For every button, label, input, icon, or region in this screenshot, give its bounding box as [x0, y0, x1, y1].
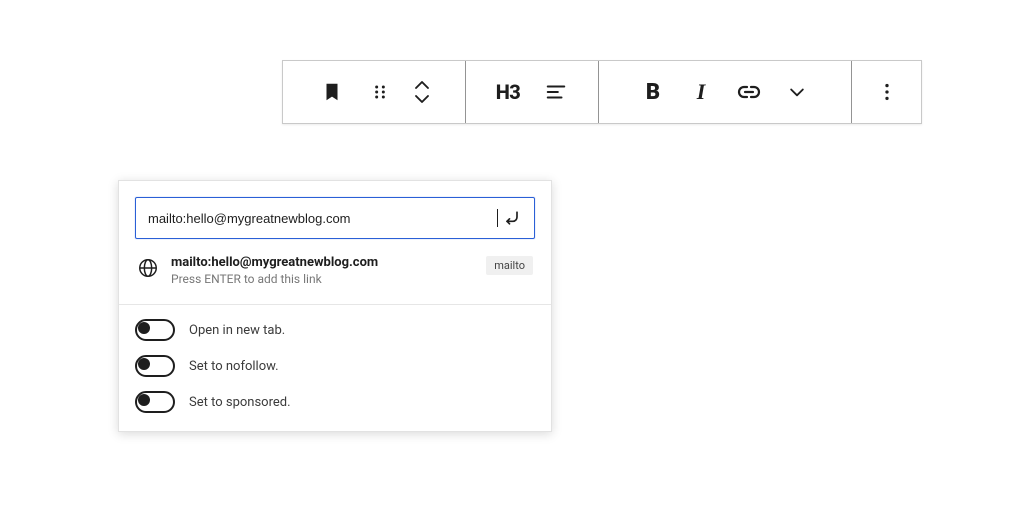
toggle-label: Set to nofollow.	[189, 359, 279, 374]
link-suggestion-title: mailto:hello@mygreatnewblog.com	[171, 255, 474, 270]
drag-handle-button[interactable]	[356, 68, 404, 116]
toggle-label: Set to sponsored.	[189, 395, 291, 410]
block-toolbar: H3 B I	[282, 60, 922, 124]
toggle-nofollow[interactable]: Set to nofollow.	[135, 355, 535, 377]
bold-icon: B	[646, 80, 660, 105]
toggle-switch[interactable]	[135, 355, 175, 377]
toolbar-group-more	[852, 61, 921, 123]
link-suggestion[interactable]: mailto:hello@mygreatnewblog.com Press EN…	[135, 239, 535, 304]
more-options-button[interactable]	[863, 68, 911, 116]
heading-level-label: H3	[496, 80, 521, 104]
toggle-open-new-tab[interactable]: Open in new tab.	[135, 319, 535, 341]
align-left-icon	[545, 81, 567, 103]
block-mover[interactable]	[404, 68, 440, 116]
link-url-input[interactable]	[146, 210, 498, 227]
text-align-button[interactable]	[532, 68, 580, 116]
link-button[interactable]	[725, 68, 773, 116]
globe-icon	[137, 257, 159, 279]
toolbar-group-heading: H3	[466, 61, 599, 123]
toolbar-group-block	[283, 61, 466, 123]
toolbar-group-format: B I	[599, 61, 852, 123]
chevron-down-icon	[787, 82, 807, 102]
link-suggestion-text: mailto:hello@mygreatnewblog.com Press EN…	[171, 255, 474, 286]
link-popover-body: mailto:hello@mygreatnewblog.com Press EN…	[119, 181, 551, 304]
italic-button[interactable]: I	[677, 68, 725, 116]
bookmark-icon	[321, 81, 343, 103]
enter-arrow-icon	[502, 208, 522, 228]
link-type-chip: mailto	[486, 256, 533, 275]
submit-link-button[interactable]	[498, 204, 526, 232]
toggle-sponsored[interactable]: Set to sponsored.	[135, 391, 535, 413]
drag-handle-icon	[370, 82, 390, 102]
chevron-down-icon	[413, 92, 431, 106]
block-type-button[interactable]	[308, 68, 356, 116]
chevron-up-icon	[413, 78, 431, 92]
bold-button[interactable]: B	[629, 68, 677, 116]
link-suggestion-subtitle: Press ENTER to add this link	[171, 272, 474, 286]
link-url-field[interactable]	[135, 197, 535, 239]
toggle-switch[interactable]	[135, 319, 175, 341]
link-options: Open in new tab. Set to nofollow. Set to…	[119, 305, 551, 431]
more-vertical-icon	[876, 81, 898, 103]
italic-icon: I	[697, 79, 706, 105]
link-icon	[737, 80, 761, 104]
link-popover: mailto:hello@mygreatnewblog.com Press EN…	[118, 180, 552, 432]
toggle-switch[interactable]	[135, 391, 175, 413]
heading-level-button[interactable]: H3	[484, 68, 532, 116]
more-formatting-button[interactable]	[773, 68, 821, 116]
toggle-label: Open in new tab.	[189, 323, 285, 338]
